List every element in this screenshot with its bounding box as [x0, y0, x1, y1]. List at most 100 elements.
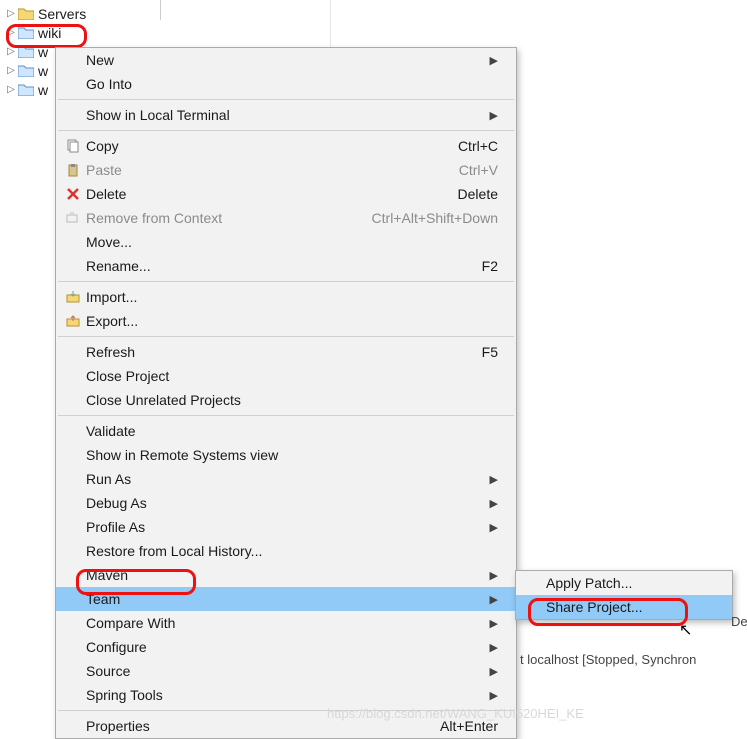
submenu-item-apply-patch[interactable]: Apply Patch... [516, 571, 732, 595]
menu-item-label: New [86, 52, 482, 68]
menu-item-close-project[interactable]: Close Project [56, 364, 516, 388]
menu-item-debug-as[interactable]: Debug As ▶ [56, 491, 516, 515]
menu-item-label: Profile As [86, 519, 482, 535]
menu-item-source[interactable]: Source▶ [56, 659, 516, 683]
submenu-arrow-icon: ▶ [490, 54, 498, 67]
menu-item-label: Configure [86, 639, 482, 655]
menu-item-paste: PasteCtrl+V [56, 158, 516, 182]
menu-item-new[interactable]: New ▶ [56, 48, 516, 72]
expand-arrow-icon[interactable]: ▷ [6, 8, 16, 19]
expand-arrow-icon[interactable]: ▷ [6, 84, 16, 95]
tree-item-label: wiki [36, 25, 61, 41]
menu-item-label: Import... [86, 289, 498, 305]
menu-item-remove-from-context: Remove from ContextCtrl+Alt+Shift+Down [56, 206, 516, 230]
menu-item-label: Close Unrelated Projects [86, 392, 498, 408]
menu-item-label: Show in Local Terminal [86, 107, 482, 123]
menu-item-restore-from-local-history[interactable]: Restore from Local History... [56, 539, 516, 563]
menu-item-refresh[interactable]: RefreshF5 [56, 340, 516, 364]
menu-item-maven[interactable]: Maven ▶ [56, 563, 516, 587]
context-submenu: Apply Patch... Share Project... [515, 570, 733, 620]
menu-item-label: Remove from Context [86, 210, 372, 226]
menu-item-accelerator: Delete [458, 186, 498, 202]
menu-item-label: Run As [86, 471, 482, 487]
status-text: t localhost [Stopped, Synchron [520, 652, 696, 667]
menu-item-close-unrelated-projects[interactable]: Close Unrelated Projects [56, 388, 516, 412]
menu-item-label: Team [86, 591, 482, 607]
menu-item-label: Move... [86, 234, 498, 250]
submenu-arrow-icon: ▶ [490, 593, 498, 606]
menu-item-import[interactable]: Import... [56, 285, 516, 309]
tree-item-label: Servers [36, 6, 86, 22]
menu-item-accelerator: Ctrl+C [458, 138, 498, 154]
expand-arrow-icon[interactable]: ▷ [6, 27, 16, 38]
submenu-arrow-icon: ▶ [490, 641, 498, 654]
submenu-arrow-icon: ▶ [490, 665, 498, 678]
menu-item-run-as[interactable]: Run As ▶ [56, 467, 516, 491]
delete-icon [60, 188, 86, 200]
menu-item-label: Show in Remote Systems view [86, 447, 498, 463]
menu-item-label: Paste [86, 162, 459, 178]
submenu-item-label: Apply Patch... [546, 575, 714, 591]
menu-item-label: Copy [86, 138, 458, 154]
expand-arrow-icon[interactable]: ▷ [6, 46, 16, 57]
submenu-item-share-project[interactable]: Share Project... [516, 595, 732, 619]
menu-item-label: Spring Tools [86, 687, 482, 703]
menu-item-spring-tools[interactable]: Spring Tools ▶ [56, 683, 516, 707]
menu-item-label: Restore from Local History... [86, 543, 498, 559]
watermark-text: https://blog.csdn.net/WANG_KUI520HEI_KE [327, 706, 584, 721]
menu-item-show-in-remote-systems-view[interactable]: Show in Remote Systems view [56, 443, 516, 467]
tree-item-wiki[interactable]: ▷ wiki [6, 23, 160, 42]
submenu-arrow-icon: ▶ [490, 521, 498, 534]
submenu-arrow-icon: ▶ [490, 689, 498, 702]
menu-item-accelerator: F2 [482, 258, 498, 274]
menu-item-compare-with[interactable]: Compare With ▶ [56, 611, 516, 635]
submenu-arrow-icon: ▶ [490, 109, 498, 122]
submenu-item-label: Share Project... [546, 599, 714, 615]
menu-item-rename[interactable]: Rename...F2 [56, 254, 516, 278]
submenu-arrow-icon: ▶ [490, 569, 498, 582]
menu-item-accelerator: F5 [482, 344, 498, 360]
menu-item-go-into[interactable]: Go Into [56, 72, 516, 96]
menu-item-label: Rename... [86, 258, 482, 274]
tree-item-servers[interactable]: ▷ Servers [6, 4, 160, 23]
project-icon [18, 44, 34, 60]
menu-item-configure[interactable]: Configure ▶ [56, 635, 516, 659]
menu-item-export[interactable]: Export... [56, 309, 516, 333]
menu-item-accelerator: Ctrl+V [459, 162, 498, 178]
menu-item-label: Refresh [86, 344, 482, 360]
menu-item-label: Compare With [86, 615, 482, 631]
tree-item-label: w [36, 63, 48, 79]
side-label: De [731, 614, 747, 629]
menu-item-label: Validate [86, 423, 498, 439]
menu-item-label: Maven [86, 567, 482, 583]
menu-item-team[interactable]: Team ▶ [56, 587, 516, 611]
remove-context-icon [60, 212, 86, 224]
paste-icon [60, 163, 86, 177]
copy-icon [60, 139, 86, 153]
menu-item-label: Close Project [86, 368, 498, 384]
menu-item-label: Delete [86, 186, 458, 202]
menu-item-validate[interactable]: Validate [56, 419, 516, 443]
menu-item-accelerator: Ctrl+Alt+Shift+Down [372, 210, 498, 226]
tree-item-label: w [36, 82, 48, 98]
menu-separator [58, 336, 514, 337]
submenu-arrow-icon: ▶ [490, 497, 498, 510]
project-icon [18, 25, 34, 41]
menu-item-copy[interactable]: CopyCtrl+C [56, 134, 516, 158]
menu-separator [58, 130, 514, 131]
submenu-arrow-icon: ▶ [490, 473, 498, 486]
expand-arrow-icon[interactable]: ▷ [6, 65, 16, 76]
menu-separator [58, 281, 514, 282]
menu-item-delete[interactable]: DeleteDelete [56, 182, 516, 206]
tree-item-label: w [36, 44, 48, 60]
menu-separator [58, 415, 514, 416]
export-icon [60, 315, 86, 327]
import-icon [60, 291, 86, 303]
menu-item-show-in-local-terminal[interactable]: Show in Local Terminal ▶ [56, 103, 516, 127]
menu-item-profile-as[interactable]: Profile As ▶ [56, 515, 516, 539]
menu-item-move[interactable]: Move... [56, 230, 516, 254]
menu-item-label: Debug As [86, 495, 482, 511]
project-icon [18, 63, 34, 79]
menu-item-label: Go Into [86, 76, 498, 92]
submenu-arrow-icon: ▶ [490, 617, 498, 630]
